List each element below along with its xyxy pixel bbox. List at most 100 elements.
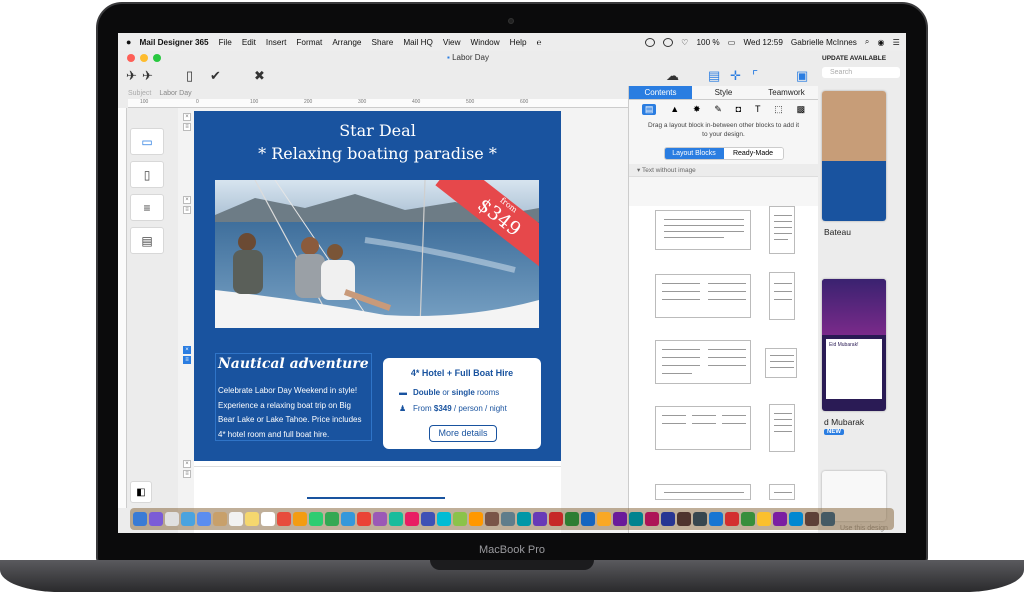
text-icon[interactable]: T bbox=[755, 104, 761, 115]
app-menu[interactable]: Mail Designer 365 bbox=[139, 38, 208, 47]
dock-app-icon[interactable] bbox=[181, 512, 195, 526]
layout-block-mobile-thumb[interactable] bbox=[769, 272, 795, 320]
mobile-view-button[interactable]: ▯ bbox=[130, 161, 164, 188]
dock-app-icon[interactable] bbox=[229, 512, 243, 526]
section-body[interactable]: Celebrate Labor Day Weekend in style! Ex… bbox=[218, 384, 373, 442]
dock-app-icon[interactable] bbox=[677, 512, 691, 526]
tab-contents[interactable]: Contents bbox=[629, 86, 692, 100]
dock-app-icon[interactable] bbox=[565, 512, 579, 526]
dock-app-icon[interactable] bbox=[709, 512, 723, 526]
subject-value[interactable]: Labor Day bbox=[159, 90, 191, 97]
drag-block-icon[interactable]: ≡ bbox=[183, 206, 191, 214]
remove-block-icon[interactable]: × bbox=[183, 346, 191, 354]
spotlight-icon[interactable]: ⌕ bbox=[865, 37, 870, 47]
battery-icon[interactable]: ▭ bbox=[728, 37, 736, 47]
update-available[interactable]: UPDATE AVAILABLE bbox=[822, 55, 886, 62]
layout-block-mobile-thumb[interactable] bbox=[769, 404, 795, 452]
cloud-icon[interactable]: ☁ bbox=[666, 68, 679, 84]
dock-app-icon[interactable] bbox=[693, 512, 707, 526]
tab-style[interactable]: Style bbox=[692, 86, 755, 100]
design-thumb-bateau[interactable] bbox=[822, 91, 886, 221]
layout-block-thumb[interactable] bbox=[655, 210, 751, 250]
offer-card[interactable]: 4* Hotel + Full Boat Hire ▬ Double or sin… bbox=[383, 358, 541, 449]
section-header[interactable]: ▾ Text without image bbox=[629, 164, 818, 177]
dock-app-icon[interactable] bbox=[805, 512, 819, 526]
siri-icon[interactable]: ◉ bbox=[878, 37, 885, 47]
layout-block-mobile-thumb[interactable] bbox=[765, 348, 797, 378]
preview-plane-icon[interactable]: ✈ bbox=[142, 68, 153, 84]
badge-icon[interactable]: ✸ bbox=[693, 104, 701, 115]
layout-block-thumb[interactable] bbox=[655, 484, 751, 500]
dock-app-icon[interactable] bbox=[549, 512, 563, 526]
menu-file[interactable]: File bbox=[219, 38, 232, 47]
status-compass-icon[interactable] bbox=[645, 37, 656, 47]
desktop-view-button[interactable]: ▭ bbox=[130, 128, 164, 155]
image-box-icon[interactable]: ▩ bbox=[797, 104, 806, 115]
shape-icon[interactable]: ▲ bbox=[670, 104, 679, 115]
layout-icon[interactable]: ▤ bbox=[708, 68, 720, 84]
dock-app-icon[interactable] bbox=[389, 512, 403, 526]
dock-app-icon[interactable] bbox=[165, 512, 179, 526]
dock-app-icon[interactable] bbox=[741, 512, 755, 526]
dock-app-icon[interactable] bbox=[645, 512, 659, 526]
subject-bar[interactable]: Subject Labor Day bbox=[118, 88, 628, 99]
dock-app-icon[interactable] bbox=[149, 512, 163, 526]
dock-app-icon[interactable] bbox=[341, 512, 355, 526]
layout-view-button[interactable]: ▤ bbox=[130, 227, 164, 254]
check-icon[interactable]: ✔ bbox=[210, 68, 221, 84]
send-plane-icon[interactable]: ✈ bbox=[126, 68, 137, 84]
layout-block-thumb[interactable] bbox=[655, 406, 751, 450]
dock-app-icon[interactable] bbox=[325, 512, 339, 526]
dock-app-icon[interactable] bbox=[821, 512, 835, 526]
layout-block-mobile-thumb[interactable] bbox=[769, 484, 795, 500]
dock-app-icon[interactable] bbox=[629, 512, 643, 526]
dock-app-icon[interactable] bbox=[293, 512, 307, 526]
dock-app-icon[interactable] bbox=[469, 512, 483, 526]
text-view-button[interactable]: ≡ bbox=[130, 194, 164, 221]
dock-app-icon[interactable] bbox=[421, 512, 435, 526]
wifi-icon[interactable]: ♡ bbox=[681, 37, 688, 47]
text-column[interactable]: Nautical adventure Celebrate Labor Day W… bbox=[215, 353, 372, 441]
dock-app-icon[interactable] bbox=[533, 512, 547, 526]
drag-block-icon[interactable]: ≡ bbox=[183, 123, 191, 131]
menu-format[interactable]: Format bbox=[296, 38, 322, 47]
menu-arrange[interactable]: Arrange bbox=[332, 38, 361, 47]
apple-menu-icon[interactable]: ● bbox=[126, 37, 131, 47]
dock-app-icon[interactable] bbox=[437, 512, 451, 526]
menu-mailhq[interactable]: Mail HQ bbox=[403, 38, 433, 47]
drag-block-icon[interactable]: ≡ bbox=[183, 356, 191, 364]
design-search-input[interactable]: Search bbox=[822, 67, 900, 78]
user-name[interactable]: Gabrielle McInnes bbox=[791, 38, 857, 47]
dock-app-icon[interactable] bbox=[517, 512, 531, 526]
dock-app-icon[interactable] bbox=[133, 512, 147, 526]
menu-edit[interactable]: Edit bbox=[242, 38, 256, 47]
text-style-icon[interactable]: ✖ bbox=[254, 68, 265, 84]
dock-app-icon[interactable] bbox=[597, 512, 611, 526]
align-icon[interactable]: ⌜ bbox=[752, 68, 758, 84]
hero-title[interactable]: Star Deal bbox=[194, 121, 561, 140]
dock-app-icon[interactable] bbox=[661, 512, 675, 526]
image-toggle-button[interactable]: ◧ bbox=[130, 481, 152, 503]
dock-app-icon[interactable] bbox=[245, 512, 259, 526]
drag-block-icon[interactable]: ≡ bbox=[183, 470, 191, 478]
segment-layout-blocks[interactable]: Layout Blocks bbox=[664, 148, 724, 159]
dock-app-icon[interactable] bbox=[277, 512, 291, 526]
dock-app-icon[interactable] bbox=[213, 512, 227, 526]
dock-app-icon[interactable] bbox=[309, 512, 323, 526]
dock-app-icon[interactable] bbox=[757, 512, 771, 526]
menu-insert[interactable]: Insert bbox=[266, 38, 286, 47]
design-label-bateau[interactable]: Bateau bbox=[824, 227, 851, 237]
notification-icon[interactable]: ☰ bbox=[893, 37, 900, 47]
clock[interactable]: Wed 12:59 bbox=[743, 38, 782, 47]
dock-app-icon[interactable] bbox=[197, 512, 211, 526]
selection-icon[interactable]: ⬚ bbox=[774, 104, 783, 115]
menu-view[interactable]: View bbox=[443, 38, 461, 47]
battery-text[interactable]: 100 % bbox=[697, 38, 720, 47]
layout-block-icon[interactable]: ▤ bbox=[641, 104, 657, 115]
more-details-button[interactable]: More details bbox=[429, 425, 497, 442]
section-title[interactable]: Nautical adventure bbox=[218, 356, 369, 372]
devices-icon[interactable]: ▯ bbox=[186, 68, 193, 84]
offer-title[interactable]: 4* Hotel + Full Boat Hire bbox=[383, 368, 541, 378]
dock-app-icon[interactable] bbox=[405, 512, 419, 526]
design-thumb-eid[interactable]: Eid Mubarak! bbox=[822, 279, 886, 411]
